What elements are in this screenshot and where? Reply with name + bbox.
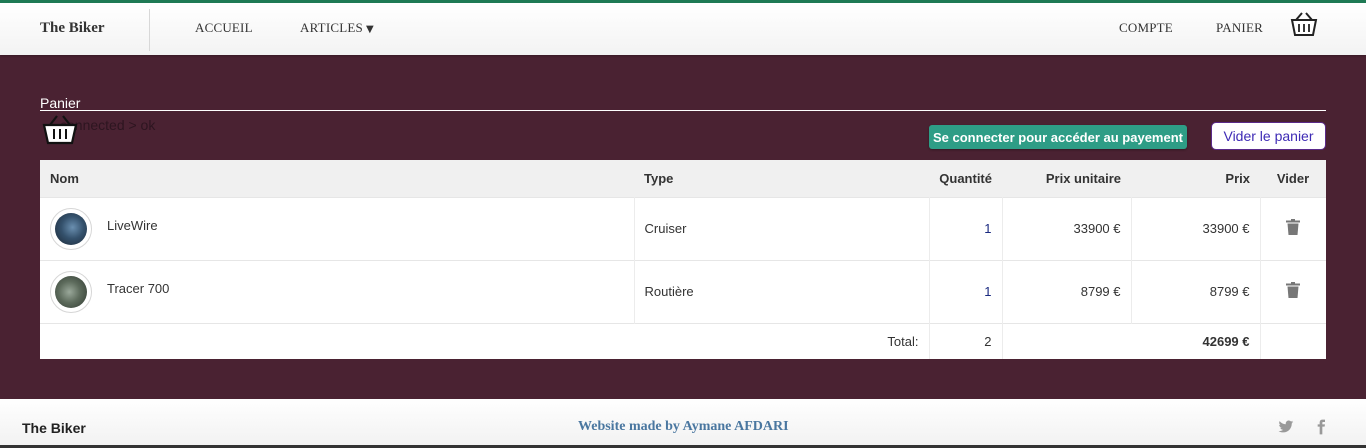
cell-quantity: 1: [928, 197, 1002, 260]
product-name[interactable]: Tracer 700: [107, 281, 169, 296]
cell-unit-price: 8799 €: [1001, 260, 1131, 323]
column-header-unit-price: Prix unitaire: [1045, 170, 1121, 186]
basket-icon: [42, 115, 78, 145]
nav-link-compte[interactable]: COMPTE: [1119, 20, 1173, 36]
footer-credit-link[interactable]: Website made by Aymane AFDARI: [578, 419, 789, 435]
cell-type: Cruiser: [633, 197, 929, 260]
column-header-quantity: Quantité: [939, 170, 992, 186]
title-divider: [40, 110, 1326, 111]
footer: The Biker Website made by Aymane AFDARI: [0, 399, 1366, 448]
product-thumbnail[interactable]: [50, 207, 92, 250]
nav-divider: [149, 9, 150, 51]
cell-remove: [1259, 197, 1326, 260]
total-label: Total:: [887, 333, 919, 349]
table-header-row: Nom Type Quantité Prix unitaire Prix Vid…: [40, 160, 1326, 197]
total-empty-cell: [1001, 323, 1131, 359]
cell-name: LiveWire: [40, 197, 634, 260]
nav-link-articles-label: ARTICLES: [300, 20, 363, 35]
footer-brand: The Biker: [22, 420, 86, 436]
trash-icon[interactable]: [1286, 282, 1301, 298]
cell-type: Routière: [633, 260, 929, 323]
nav-link-articles[interactable]: ARTICLES ▼: [300, 20, 374, 36]
product-thumbnail[interactable]: [50, 270, 92, 313]
top-navbar: The Biker ACCUEIL ARTICLES ▼ COMPTE PANIE…: [0, 0, 1366, 55]
cell-price: 33900 €: [1130, 197, 1260, 260]
table-row: Tracer 700 Routière 1 8799 € 8799 €: [40, 260, 1326, 323]
cell-remove: [1259, 260, 1326, 323]
column-header-remove: Vider: [1276, 170, 1310, 186]
login-to-pay-button[interactable]: Se connecter pour accéder au payement: [929, 125, 1187, 149]
total-row: Total: 2 42699 €: [40, 323, 1326, 359]
table-row: LiveWire Cruiser 1 33900 € 33900 €: [40, 197, 1326, 260]
total-quantity: 2: [928, 323, 1002, 359]
cart-table: Nom Type Quantité Prix unitaire Prix Vid…: [40, 160, 1326, 359]
brand-logo[interactable]: The Biker: [40, 20, 105, 37]
total-price: 42699 €: [1202, 333, 1250, 349]
basket-icon[interactable]: [1290, 11, 1318, 37]
cell-quantity: 1: [928, 260, 1002, 323]
column-header-type: Type: [644, 170, 674, 186]
column-header-price: Prix: [1225, 170, 1250, 186]
total-empty-cell: [1259, 323, 1326, 359]
cell-name: Tracer 700: [40, 260, 634, 323]
trash-icon[interactable]: [1286, 219, 1301, 235]
product-image: [55, 212, 87, 245]
twitter-icon[interactable]: [1278, 419, 1294, 435]
cell-price: 8799 €: [1130, 260, 1260, 323]
nav-link-accueil[interactable]: ACCUEIL: [195, 20, 253, 36]
page-title: Panier: [40, 95, 81, 111]
empty-cart-button[interactable]: Vider le panier: [1211, 122, 1326, 150]
cell-unit-price: 33900 €: [1001, 197, 1131, 260]
facebook-icon[interactable]: [1313, 419, 1329, 435]
product-name[interactable]: LiveWire: [107, 218, 158, 233]
caret-down-icon: ▼: [365, 24, 374, 35]
product-image: [55, 275, 87, 308]
column-header-name: Nom: [50, 170, 79, 186]
nav-link-panier[interactable]: PANIER: [1216, 20, 1263, 36]
